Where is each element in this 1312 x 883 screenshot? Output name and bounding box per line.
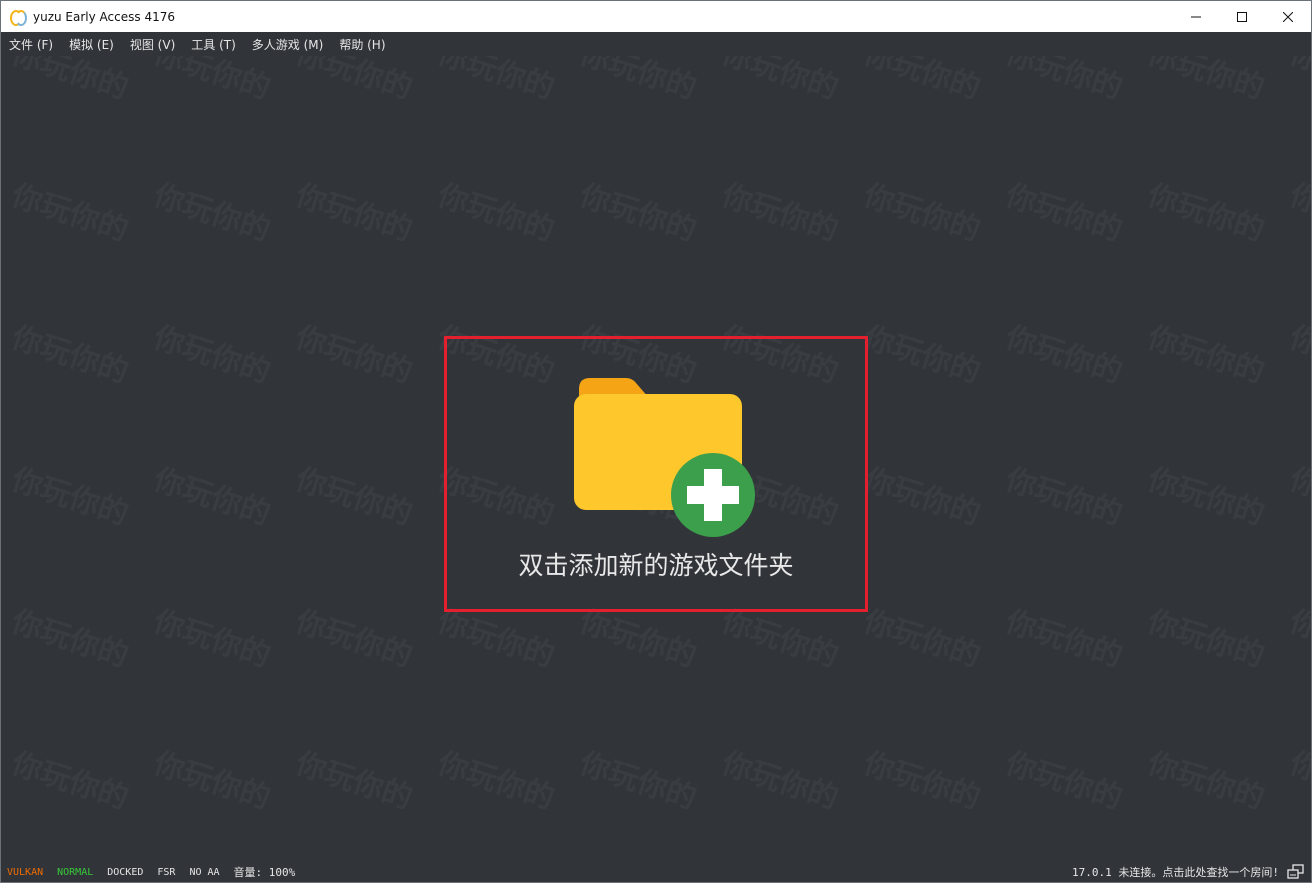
menu-emulation[interactable]: 模拟 (E) xyxy=(61,36,122,53)
menu-view[interactable]: 视图 (V) xyxy=(122,36,183,53)
anti-aliasing-status[interactable]: NO AA xyxy=(189,867,219,878)
watermark-text: 你玩你的 xyxy=(1285,171,1311,250)
watermark-text: 你玩你的 xyxy=(291,313,419,392)
add-folder-label: 双击添加新的游戏文件夹 xyxy=(518,551,794,580)
watermark-text: 你玩你的 xyxy=(859,171,987,250)
watermark-text: 你玩你的 xyxy=(433,739,561,818)
filter-status[interactable]: FSR xyxy=(157,867,175,878)
maximize-button[interactable] xyxy=(1219,1,1265,32)
watermark-text: 你玩你的 xyxy=(1001,739,1129,818)
watermark-text: 你玩你的 xyxy=(291,739,419,818)
title-bar[interactable]: yuzu Early Access 4176 xyxy=(1,1,1311,32)
watermark-text: 你玩你的 xyxy=(1001,455,1129,534)
watermark-text: 你玩你的 xyxy=(1143,739,1271,818)
watermark-text: 你玩你的 xyxy=(1143,56,1271,107)
gpu-accuracy-status[interactable]: NORMAL xyxy=(57,867,93,878)
watermark-text: 你玩你的 xyxy=(717,56,845,107)
watermark-text: 你玩你的 xyxy=(7,739,135,818)
menu-bar: 文件 (F) 模拟 (E) 视图 (V) 工具 (T) 多人游戏 (M) 帮助 … xyxy=(1,32,1311,56)
watermark-text: 你玩你的 xyxy=(149,455,277,534)
watermark-text: 你玩你的 xyxy=(575,56,703,107)
watermark-text: 你玩你的 xyxy=(859,597,987,676)
watermark-text: 你玩你的 xyxy=(717,739,845,818)
watermark-text: 你玩你的 xyxy=(859,56,987,107)
watermark-text: 你玩你的 xyxy=(859,455,987,534)
watermark-text: 你玩你的 xyxy=(433,171,561,250)
watermark-text: 你玩你的 xyxy=(7,597,135,676)
watermark-text: 你玩你的 xyxy=(291,171,419,250)
menu-tools[interactable]: 工具 (T) xyxy=(183,36,244,53)
close-icon xyxy=(1283,11,1293,22)
watermark-text: 你玩你的 xyxy=(1285,597,1311,676)
menu-file[interactable]: 文件 (F) xyxy=(1,36,61,53)
watermark-text: 你玩你的 xyxy=(1143,597,1271,676)
watermark-text: 你玩你的 xyxy=(291,56,419,107)
watermark-text: 你玩你的 xyxy=(1001,597,1129,676)
app-window: yuzu Early Access 4176 文件 (F) 模拟 (E) 视图 … xyxy=(0,0,1312,883)
watermark-text: 你玩你的 xyxy=(7,313,135,392)
menu-help[interactable]: 帮助 (H) xyxy=(331,36,393,53)
watermark-text: 你玩你的 xyxy=(7,455,135,534)
watermark-text: 你玩你的 xyxy=(7,56,135,107)
watermark-text: 你玩你的 xyxy=(149,739,277,818)
maximize-icon xyxy=(1237,11,1247,22)
window-title: yuzu Early Access 4176 xyxy=(33,9,175,24)
network-disconnected-icon[interactable] xyxy=(1287,864,1305,880)
watermark-text: 你玩你的 xyxy=(859,313,987,392)
watermark-text: 你玩你的 xyxy=(717,171,845,250)
watermark-text: 你玩你的 xyxy=(291,597,419,676)
watermark-text: 你玩你的 xyxy=(149,313,277,392)
watermark-text: 你玩你的 xyxy=(433,56,561,107)
docked-mode-status[interactable]: DOCKED xyxy=(107,867,143,878)
watermark-text: 你玩你的 xyxy=(1001,171,1129,250)
watermark-text: 你玩你的 xyxy=(7,171,135,250)
watermark-text: 你玩你的 xyxy=(149,597,277,676)
volume-status[interactable]: 音量: 100% xyxy=(234,864,296,880)
watermark-text: 你玩你的 xyxy=(575,171,703,250)
watermark-text: 你玩你的 xyxy=(1285,455,1311,534)
watermark-text: 你玩你的 xyxy=(149,56,277,107)
status-bar: VULKAN NORMAL DOCKED FSR NO AA 音量: 100% … xyxy=(1,861,1311,883)
watermark-text: 你玩你的 xyxy=(1143,171,1271,250)
watermark-text: 你玩你的 xyxy=(291,455,419,534)
watermark-text: 你玩你的 xyxy=(1285,739,1311,818)
room-status[interactable]: 17.0.1 未连接。点击此处查找一个房间! xyxy=(1072,864,1279,880)
watermark-text: 你玩你的 xyxy=(1143,313,1271,392)
graphics-api-status[interactable]: VULKAN xyxy=(7,867,43,878)
watermark-text: 你玩你的 xyxy=(1001,56,1129,107)
watermark-text: 你玩你的 xyxy=(575,739,703,818)
watermark-text: 你玩你的 xyxy=(1143,455,1271,534)
close-button[interactable] xyxy=(1265,1,1311,32)
window-controls xyxy=(1173,1,1311,32)
watermark-text: 你玩你的 xyxy=(1285,313,1311,392)
yuzu-logo-icon xyxy=(10,9,27,26)
menu-multiplayer[interactable]: 多人游戏 (M) xyxy=(244,36,332,53)
watermark-text: 你玩你的 xyxy=(1001,313,1129,392)
watermark-text: 你玩你的 xyxy=(149,171,277,250)
minimize-button[interactable] xyxy=(1173,1,1219,32)
watermark-text: 你玩你的 xyxy=(1285,56,1311,107)
watermark-text: 你玩你的 xyxy=(859,739,987,818)
add-game-folder-area[interactable]: 双击添加新的游戏文件夹 xyxy=(444,336,868,612)
minimize-icon xyxy=(1191,16,1201,17)
folder-plus-icon xyxy=(574,378,755,537)
